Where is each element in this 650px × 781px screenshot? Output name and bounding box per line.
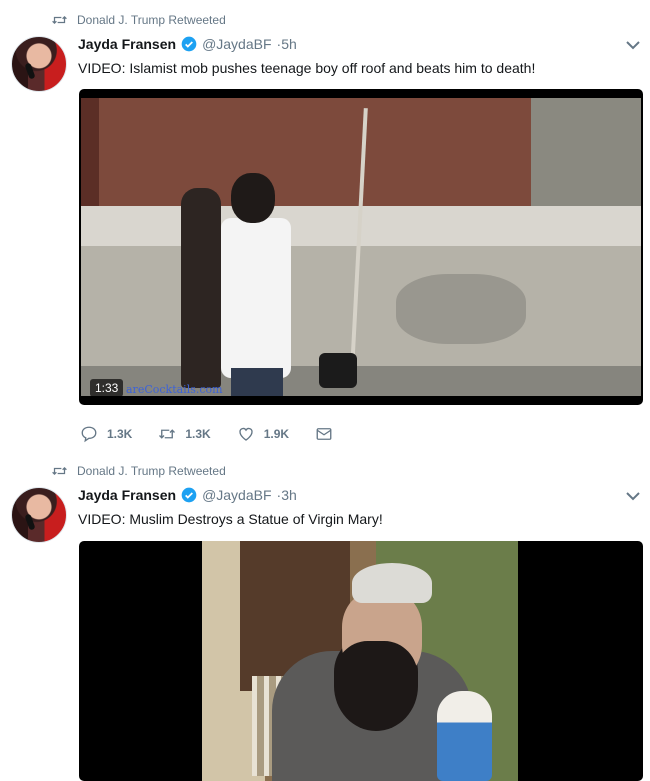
tweet-timestamp[interactable]: ·3h: [277, 487, 297, 503]
video-player[interactable]: [79, 541, 643, 781]
like-count: 1.9K: [263, 427, 290, 441]
video-thumbnail: [202, 541, 518, 781]
tweet-header: Jayda Fransen @JaydaBF ·3h: [78, 487, 297, 503]
tweet-actions: 1.3K 1.3K 1.9K: [80, 425, 333, 443]
tweet-timestamp[interactable]: ·5h: [277, 36, 297, 52]
video-watermark: areCocktails.com: [126, 383, 223, 396]
avatar[interactable]: [11, 487, 67, 543]
author-handle[interactable]: @JaydaBF: [202, 36, 271, 52]
retweet-icon: [52, 466, 67, 476]
video-player[interactable]: areCocktails.com 1:33: [79, 89, 643, 405]
avatar[interactable]: [11, 36, 67, 92]
reply-count: 1.3K: [107, 427, 133, 441]
retweet-context-label: Donald J. Trump Retweeted: [77, 464, 226, 478]
retweet-icon: [52, 15, 67, 25]
verified-badge-icon: [181, 36, 197, 52]
retweet-context-label: Donald J. Trump Retweeted: [77, 13, 226, 27]
verified-badge-icon: [181, 487, 197, 503]
like-button[interactable]: 1.9K: [237, 425, 289, 443]
author-handle[interactable]: @JaydaBF: [202, 487, 271, 503]
timeline: Donald J. Trump Retweeted Jayda Fransen …: [0, 0, 650, 781]
direct-message-button[interactable]: [315, 425, 333, 443]
retweet-context: Donald J. Trump Retweeted: [52, 464, 226, 478]
chevron-down-icon[interactable]: [626, 41, 640, 50]
tweet-header: Jayda Fransen @JaydaBF ·5h: [78, 36, 297, 52]
retweet-context: Donald J. Trump Retweeted: [52, 13, 226, 27]
video-duration: 1:33: [90, 379, 124, 397]
video-thumbnail: areCocktails.com: [81, 98, 641, 396]
chevron-down-icon[interactable]: [626, 492, 640, 501]
retweet-icon: [159, 429, 176, 439]
tweet-text: VIDEO: Muslim Destroys a Statue of Virgi…: [78, 511, 383, 527]
retweet-button[interactable]: 1.3K: [158, 425, 211, 443]
author-name[interactable]: Jayda Fransen: [78, 487, 176, 503]
tweet-text: VIDEO: Islamist mob pushes teenage boy o…: [78, 60, 536, 76]
reply-icon: [81, 426, 97, 443]
retweet-count: 1.3K: [185, 427, 211, 441]
tweet[interactable]: Donald J. Trump Retweeted Jayda Fransen …: [0, 0, 650, 452]
envelope-icon: [316, 428, 332, 440]
heart-icon: [239, 427, 253, 441]
author-name[interactable]: Jayda Fransen: [78, 36, 176, 52]
reply-button[interactable]: 1.3K: [80, 425, 132, 443]
